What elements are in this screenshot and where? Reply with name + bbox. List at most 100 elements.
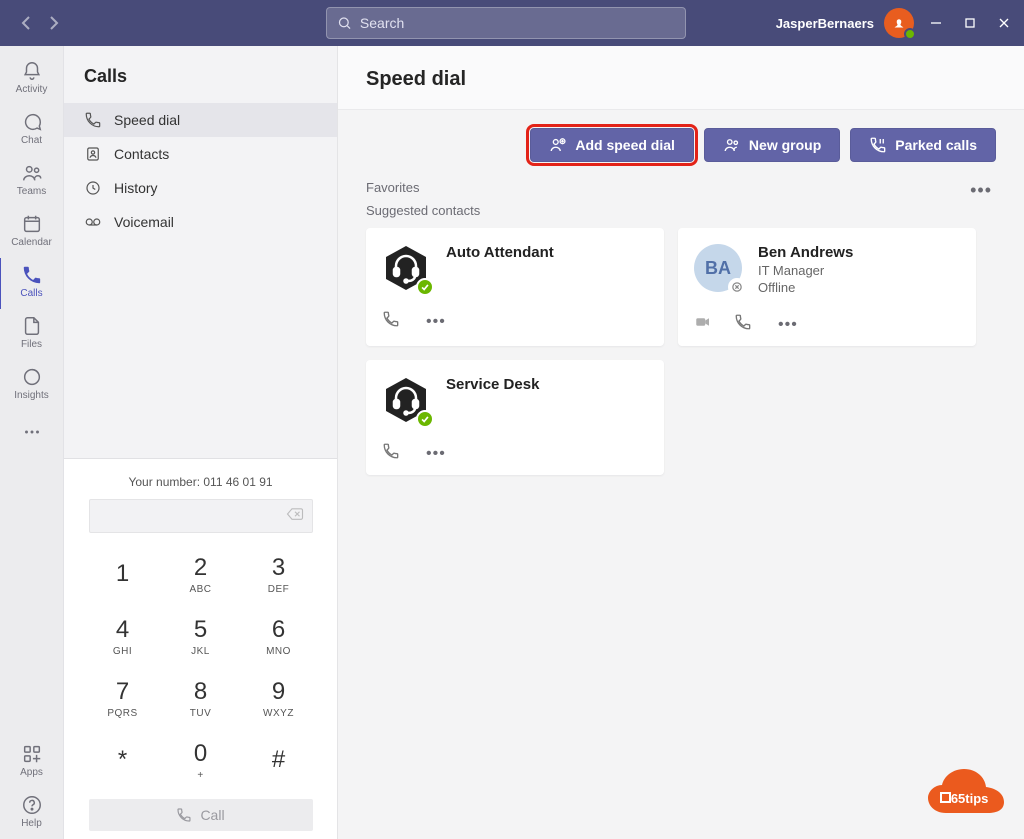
contact-name: Ben Andrews [758, 244, 853, 261]
video-call-button[interactable] [694, 313, 712, 336]
dialpad-key-4[interactable]: 4 GHI [84, 605, 162, 667]
contact-card[interactable]: Auto Attendant ••• [366, 228, 664, 346]
contact-name: Auto Attendant [446, 244, 554, 261]
key-digit: 3 [272, 554, 285, 582]
bot-avatar-icon [382, 376, 430, 424]
username: JasperBernaers [776, 16, 874, 31]
rail-teams[interactable]: Teams [0, 156, 64, 207]
contact-name: Service Desk [446, 376, 539, 393]
sidebar-item-history[interactable]: History [64, 171, 337, 205]
add-speed-dial-button[interactable]: Add speed dial [530, 128, 694, 162]
dialpad-key-8[interactable]: 8TUV [162, 667, 240, 729]
titlebar: JasperBernaers [0, 0, 1024, 46]
key-digit: 6 [272, 616, 285, 644]
key-digit: 9 [272, 678, 285, 706]
rail-insights[interactable]: Insights [0, 360, 64, 411]
rail-calendar[interactable]: Calendar [0, 207, 64, 258]
rail-label: Calendar [11, 237, 52, 248]
key-digit: 8 [194, 678, 207, 706]
sidebar-item-label: History [114, 180, 158, 196]
key-letters: + [197, 770, 203, 781]
backspace-icon[interactable] [286, 507, 304, 526]
key-digit: # [272, 746, 285, 774]
dialpad-key-1[interactable]: 1 [84, 543, 162, 605]
sidebar-item-contacts[interactable]: Contacts [64, 137, 337, 171]
history-icon [84, 179, 102, 197]
nav-back[interactable] [14, 11, 38, 35]
new-group-button[interactable]: New group [704, 128, 840, 162]
card-more[interactable]: ••• [774, 316, 802, 334]
section-more[interactable]: ••• [966, 178, 996, 203]
rail-more[interactable] [0, 415, 64, 453]
sidebar-item-speed-dial[interactable]: Speed dial [64, 103, 337, 137]
key-letters: PQRS [107, 708, 137, 719]
dialpad-key-#[interactable]: # [240, 729, 318, 791]
bot-avatar-icon [382, 244, 430, 292]
rail-files[interactable]: Files [0, 309, 64, 360]
nav-forward[interactable] [42, 11, 66, 35]
audio-call-button[interactable] [734, 313, 752, 336]
rail-activity[interactable]: Activity [0, 54, 64, 105]
button-label: Parked calls [895, 137, 977, 153]
key-digit: * [118, 746, 127, 774]
dialpad-key-7[interactable]: 7 PQRS [84, 667, 162, 729]
page-title: Speed dial [338, 46, 1024, 110]
rail-calls[interactable]: Calls [0, 258, 63, 309]
contact-card[interactable]: Service Desk ••• [366, 360, 664, 475]
dialer: Your number: 011 46 01 91 12ABC3DEF4GHI5… [64, 459, 337, 839]
card-more[interactable]: ••• [422, 313, 450, 331]
call-button[interactable]: Call [89, 799, 313, 831]
key-letters: GHI [113, 646, 132, 657]
sidebar-title: Calls [64, 46, 337, 103]
contact-subtitle: IT Manager [758, 263, 853, 278]
dialpad-key-3[interactable]: 3DEF [240, 543, 318, 605]
parked-icon [869, 136, 887, 154]
audio-call-button[interactable] [382, 310, 400, 333]
dialpad-key-9[interactable]: 9WXYZ [240, 667, 318, 729]
window-close[interactable] [992, 11, 1016, 35]
dialpad-key-0[interactable]: 0+ [162, 729, 240, 791]
search-input[interactable] [360, 15, 675, 31]
rail-chat[interactable]: Chat [0, 105, 64, 156]
calls-sidebar: Calls Speed dial Contacts History Voicem… [64, 46, 338, 839]
rail-help[interactable]: Help [0, 788, 64, 839]
contact-status: Offline [758, 280, 853, 295]
favorites-label: Favorites [366, 180, 419, 195]
search-icon [337, 15, 352, 31]
sidebar-item-voicemail[interactable]: Voicemail [64, 205, 337, 239]
main-content: Speed dial Add speed dial New group Park… [338, 46, 1024, 839]
rail-label: Calls [20, 288, 42, 299]
dial-input[interactable] [89, 499, 313, 533]
parked-calls-button[interactable]: Parked calls [850, 128, 996, 162]
key-digit: 7 [116, 678, 129, 706]
key-letters: JKL [191, 646, 210, 657]
rail-label: Insights [14, 390, 48, 401]
voicemail-icon [84, 213, 102, 231]
avatar[interactable] [884, 8, 914, 38]
dialpad-key-*[interactable]: * [84, 729, 162, 791]
add-contact-icon [549, 136, 567, 154]
contacts-icon [84, 145, 102, 163]
dialpad-key-2[interactable]: 2ABC [162, 543, 240, 605]
window-minimize[interactable] [924, 11, 948, 35]
presence-available-icon [416, 410, 434, 428]
key-digit: 4 [116, 616, 129, 644]
audio-call-button[interactable] [382, 442, 400, 465]
rail-label: Activity [16, 84, 48, 95]
key-digit: 5 [194, 616, 207, 644]
contact-card[interactable]: BABen AndrewsIT ManagerOffline••• [678, 228, 976, 346]
key-letters: ABC [189, 584, 211, 595]
card-more[interactable]: ••• [422, 445, 450, 463]
rail-label: Apps [20, 767, 43, 778]
phone-icon [84, 111, 102, 129]
dialpad-key-5[interactable]: 5 JKL [162, 605, 240, 667]
suggested-label: Suggested contacts [366, 203, 996, 218]
button-label: New group [749, 137, 821, 153]
rail-apps[interactable]: Apps [0, 737, 64, 788]
key-digit: 1 [116, 560, 129, 588]
dialpad-key-6[interactable]: 6 MNO [240, 605, 318, 667]
sidebar-item-label: Voicemail [114, 214, 174, 230]
window-maximize[interactable] [958, 11, 982, 35]
search-box[interactable] [326, 7, 686, 39]
key-letters: MNO [266, 646, 291, 657]
